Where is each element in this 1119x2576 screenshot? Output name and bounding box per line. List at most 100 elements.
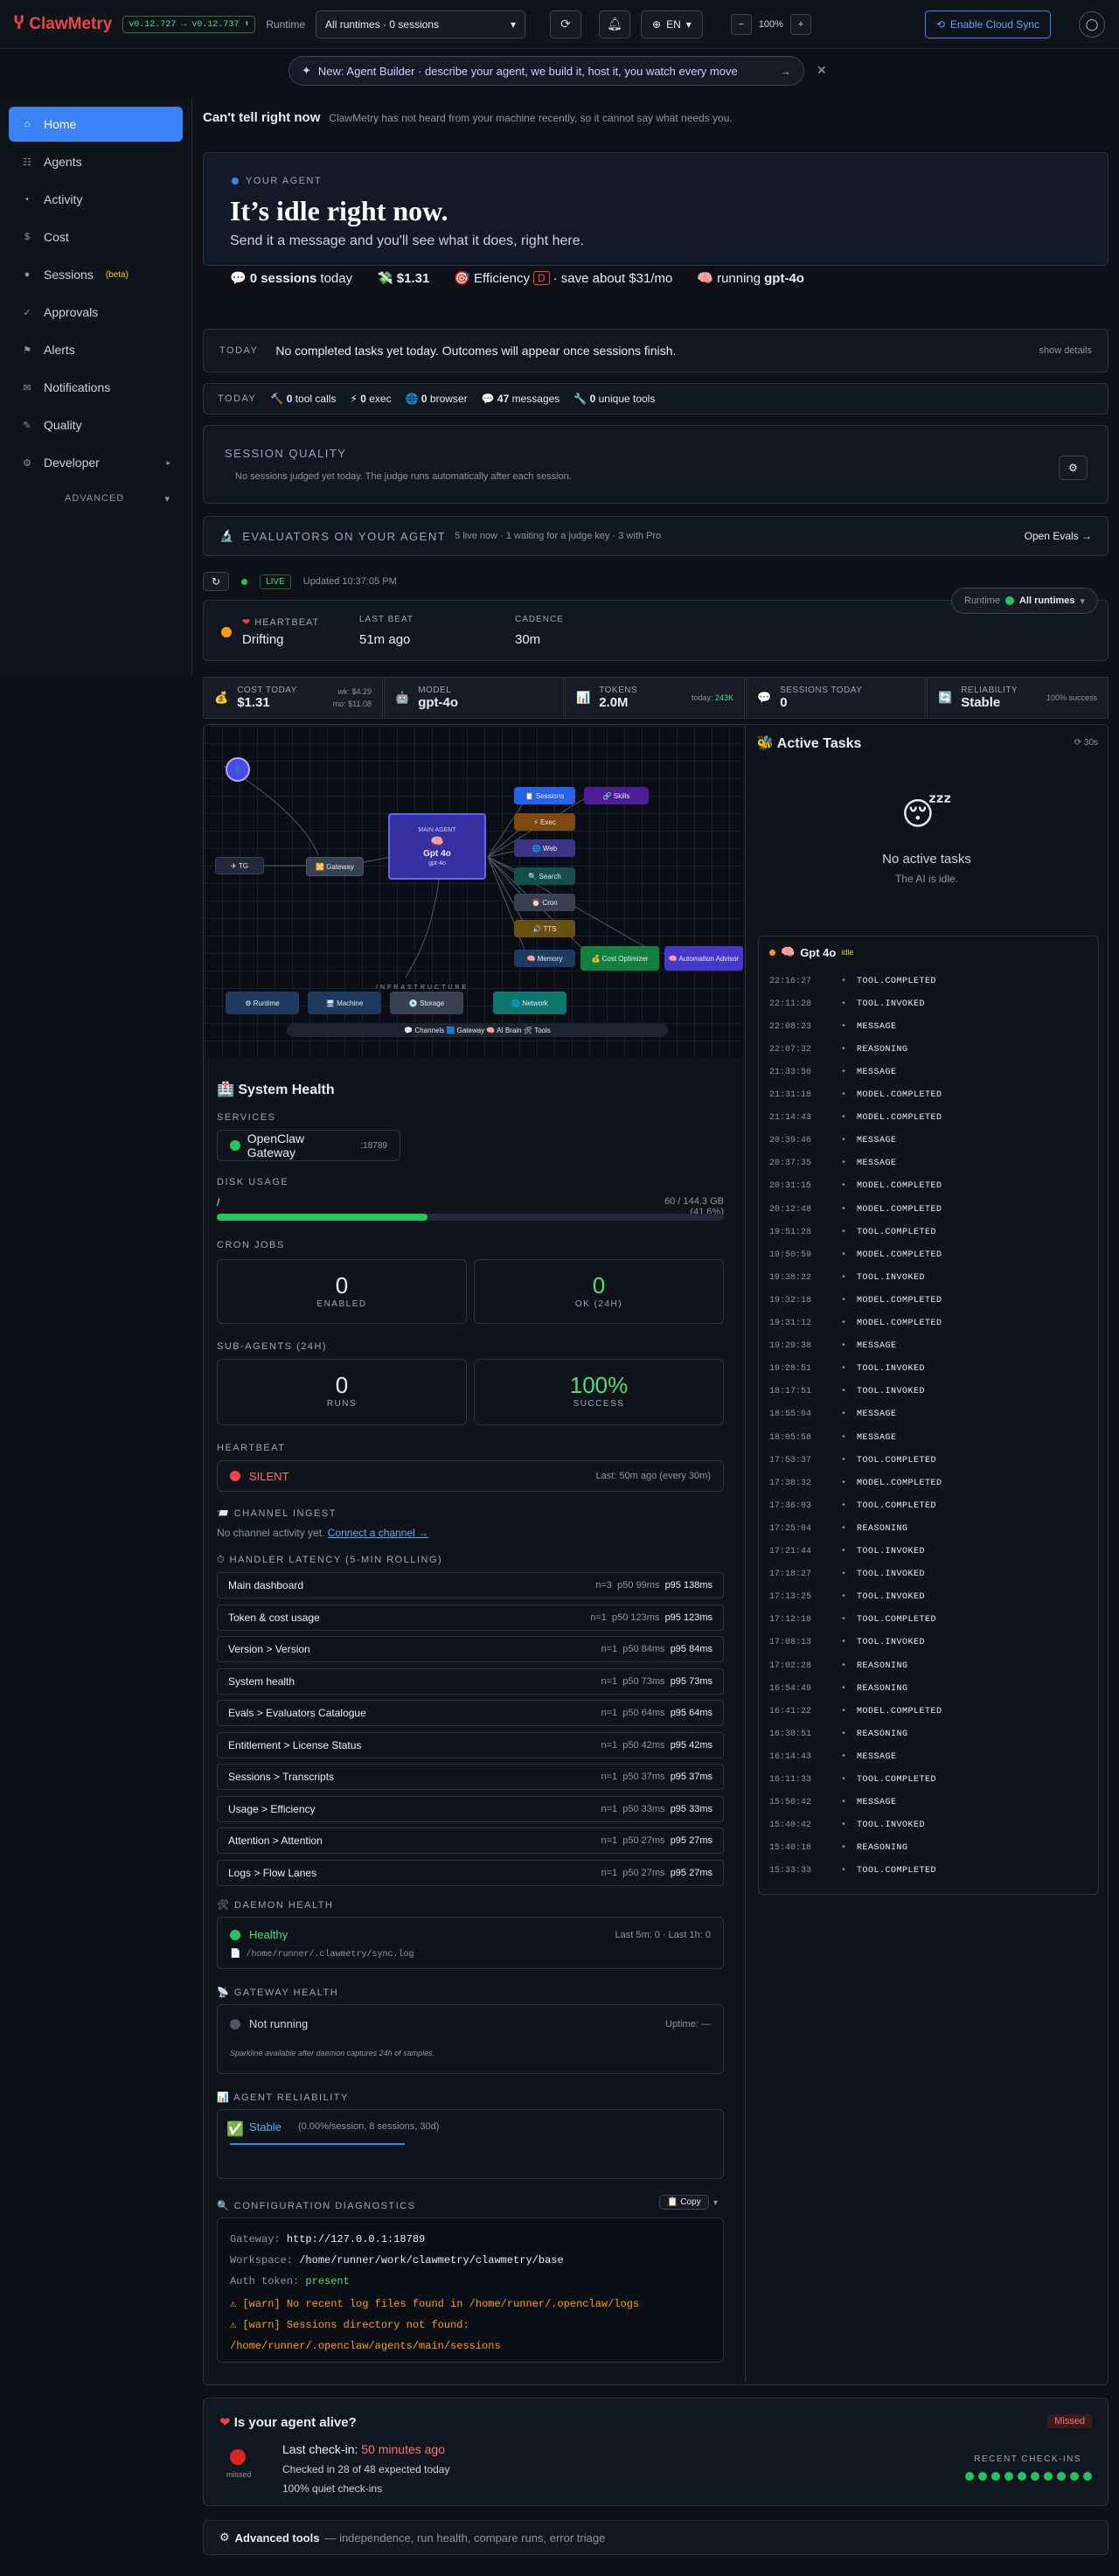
model-card[interactable]: 🤖 MODEL gpt-4o [384, 677, 564, 719]
runtime-node[interactable]: ⚙ Runtime [226, 992, 299, 1014]
sidebar-item-activity[interactable]: • Activity [9, 182, 183, 217]
advanced-tools-panel[interactable]: ⚙ Advanced tools — independence, run hea… [203, 2520, 1109, 2555]
sidebar-item-approvals[interactable]: ✓ Approvals [9, 295, 183, 330]
user-node[interactable]: 👤 [226, 757, 250, 782]
search-node[interactable]: 🔍 Search [514, 867, 575, 885]
cost-today-card[interactable]: 💰 COST TODAY $1.31 wk: $4.29 mo: $11.08 [203, 677, 383, 719]
event-row[interactable]: 17:38:32 • MODEL.COMPLETED [769, 1472, 1084, 1494]
sidebar-item-alerts[interactable]: ⚑ Alerts [9, 332, 183, 367]
event-row[interactable]: 15:33:33 • TOOL.COMPLETED [769, 1860, 1084, 1883]
event-row[interactable]: 20:31:15 • MODEL.COMPLETED [769, 1175, 1084, 1198]
zoom-out-button[interactable]: − [730, 13, 752, 35]
gateway-node[interactable]: 🔀 Gateway [306, 857, 364, 876]
cost-optimizer-node[interactable]: 💰 Cost Optimizer [580, 946, 659, 971]
event-row[interactable]: 15:50:42 • MESSAGE [769, 1792, 1084, 1814]
sidebar-item-agents[interactable]: ☷ Agents [9, 144, 183, 179]
runtime-select[interactable]: All runtimes · 0 sessions ▾ [316, 10, 526, 38]
sidebar-item-cost[interactable]: $ Cost [9, 219, 183, 254]
main-agent-node[interactable]: MAIN AGENT 🧠 Gpt 4o gpt-4o [388, 813, 486, 880]
machine-node[interactable]: 🖥 Machine [308, 992, 381, 1014]
event-row[interactable]: 21:33:50 • MESSAGE [769, 1061, 1084, 1083]
exec-node[interactable]: ⚡ Exec [514, 813, 575, 831]
event-row[interactable]: 17:25:04 • REASONING [769, 1517, 1084, 1540]
sidebar-item-notifications[interactable]: ✉ Notifications [9, 370, 183, 405]
event-row[interactable]: 19:28:51 • TOOL.INVOKED [769, 1358, 1084, 1381]
web-node[interactable]: 🌐 Web [514, 839, 575, 857]
gateway-service[interactable]: OpenClaw Gateway :18789 [217, 1130, 400, 1161]
event-row[interactable]: 19:51:28 • TOOL.COMPLETED [769, 1221, 1084, 1243]
memory-node[interactable]: 🧠 Memory [514, 950, 575, 967]
event-row[interactable]: 22:07:32 • REASONING [769, 1038, 1084, 1061]
automation-advisor-node[interactable]: 🧠 Automation Advisor [664, 946, 743, 971]
event-row[interactable]: 17:21:44 • TOOL.INVOKED [769, 1541, 1084, 1563]
event-row[interactable]: 17:08:13 • TOOL.INVOKED [769, 1632, 1084, 1654]
event-row[interactable]: 19:31:12 • MODEL.COMPLETED [769, 1312, 1084, 1335]
sidebar-advanced-toggle[interactable]: ADVANCED ▾ [9, 483, 183, 505]
show-details-link[interactable]: show details [1039, 345, 1092, 356]
version-badge[interactable]: v0.12.727 → v0.12.737 ⬆ [122, 15, 256, 33]
brand-logo[interactable]: Ⴤ ClawMetry [14, 14, 112, 34]
runtime-filter[interactable]: Runtime All runtimes ▾ [951, 588, 1099, 614]
sidebar-item-sessions[interactable]: ● Sessions (beta) [9, 257, 183, 292]
event-bullet: • [841, 1044, 847, 1055]
network-node[interactable]: 🌐 Network [493, 992, 566, 1014]
event-row[interactable]: 17:12:18 • TOOL.COMPLETED [769, 1609, 1084, 1632]
event-row[interactable]: 15:40:18 • REASONING [769, 1837, 1084, 1860]
agent-flow-graph[interactable]: 👤 ✈ TG 🔀 Gateway MAIN AGENT 🧠 Gpt 4o gpt… [205, 726, 743, 1058]
tg-node[interactable]: ✈ TG [215, 857, 264, 874]
refresh-button[interactable]: ⟳ [550, 10, 582, 38]
event-row[interactable]: 17:02:28 • REASONING [769, 1654, 1084, 1677]
event-row[interactable]: 16:41:22 • MODEL.COMPLETED [769, 1700, 1084, 1723]
event-row[interactable]: 21:31:18 • MODEL.COMPLETED [769, 1084, 1084, 1107]
event-row[interactable]: 17:13:25 • TOOL.INVOKED [769, 1586, 1084, 1609]
chevron-down-icon[interactable]: ▾ [713, 2198, 718, 2208]
sessions-today-card[interactable]: 💬 SESSIONS TODAY 0 [746, 677, 926, 719]
event-row[interactable]: 17:53:37 • TOOL.COMPLETED [769, 1449, 1084, 1472]
event-row[interactable]: 20:37:35 • MESSAGE [769, 1152, 1084, 1175]
cron-node[interactable]: ⏰ Cron [514, 894, 575, 911]
event-row[interactable]: 18:55:04 • MESSAGE [769, 1403, 1084, 1426]
event-row[interactable]: 21:14:43 • MODEL.COMPLETED [769, 1107, 1084, 1130]
sidebar-item-home[interactable]: ⌂ Home [9, 107, 183, 142]
copy-diagnostics-button[interactable]: 📋 Copy [659, 2195, 709, 2210]
sidebar-item-developer[interactable]: ⚙ Developer ▸ [9, 445, 183, 480]
event-row[interactable]: 17:18:27 • TOOL.INVOKED [769, 1563, 1084, 1586]
event-row[interactable]: 20:12:48 • MODEL.COMPLETED [769, 1198, 1084, 1221]
event-row[interactable]: 20:39:46 • MESSAGE [769, 1130, 1084, 1152]
tts-node[interactable]: 🔊 TTS [514, 920, 575, 937]
notifications-button[interactable]: 🔔︎ [599, 10, 631, 38]
reliability-card[interactable]: 🔄 RELIABILITY Stable 100% success [927, 677, 1109, 719]
announcement-banner[interactable]: ✦ New: Agent Builder · describe your agen… [288, 56, 804, 86]
event-row[interactable]: 22:11:28 • TOOL.INVOKED [769, 992, 1084, 1015]
event-row[interactable]: 15:40:42 • TOOL.INVOKED [769, 1814, 1084, 1837]
event-row[interactable]: 19:29:38 • MESSAGE [769, 1335, 1084, 1358]
zoom-in-button[interactable]: + [789, 13, 811, 35]
tokens-card[interactable]: 📊 TOKENS 2.0M today: 243K [565, 677, 745, 719]
quality-settings-button[interactable]: ⚙ [1059, 456, 1088, 480]
language-select[interactable]: ⊕ EN ▾ [641, 10, 703, 38]
event-row[interactable]: 17:36:03 • TOOL.COMPLETED [769, 1494, 1084, 1517]
event-row[interactable]: 19:50:59 • MODEL.COMPLETED [769, 1243, 1084, 1266]
event-row[interactable]: 19:32:18 • MODEL.COMPLETED [769, 1289, 1084, 1312]
event-row[interactable]: 16:54:49 • REASONING [769, 1677, 1084, 1700]
event-row[interactable]: 22:08:23 • MESSAGE [769, 1015, 1084, 1038]
enable-cloud-sync-button[interactable]: ⟲ Enable Cloud Sync [924, 10, 1051, 38]
skills-node[interactable]: 🔗 Skills [584, 787, 649, 804]
event-row[interactable]: 16:11:33 • TOOL.COMPLETED [769, 1769, 1084, 1792]
connect-channel-link[interactable]: Connect a channel → [328, 1527, 428, 1539]
open-evals-button[interactable]: Open Evals → [1025, 530, 1092, 542]
live-refresh-button[interactable]: ↻ [203, 572, 230, 591]
event-row[interactable]: 18:05:58 • MESSAGE [769, 1426, 1084, 1449]
sessions-node[interactable]: 📋 Sessions [514, 787, 575, 804]
event-row[interactable]: 19:38:22 • TOOL.INVOKED [769, 1266, 1084, 1289]
event-row[interactable]: 16:14:43 • MESSAGE [769, 1745, 1084, 1768]
sidebar-item-quality[interactable]: ✎ Quality [9, 407, 183, 442]
event-name: TOOL.COMPLETED [857, 1227, 937, 1237]
event-row[interactable]: 18:17:51 • TOOL.INVOKED [769, 1381, 1084, 1403]
banner-close-button[interactable]: ✕ [817, 63, 827, 78]
storage-node[interactable]: 💿 Storage [390, 992, 463, 1014]
efficiency-stat[interactable]: 🎯 Efficiency D · save about $31/mo [454, 270, 672, 287]
user-avatar[interactable]: ◯ [1079, 10, 1105, 38]
event-row[interactable]: 16:30:51 • REASONING [769, 1723, 1084, 1745]
event-row[interactable]: 22:16:27 • TOOL.COMPLETED [769, 970, 1084, 992]
